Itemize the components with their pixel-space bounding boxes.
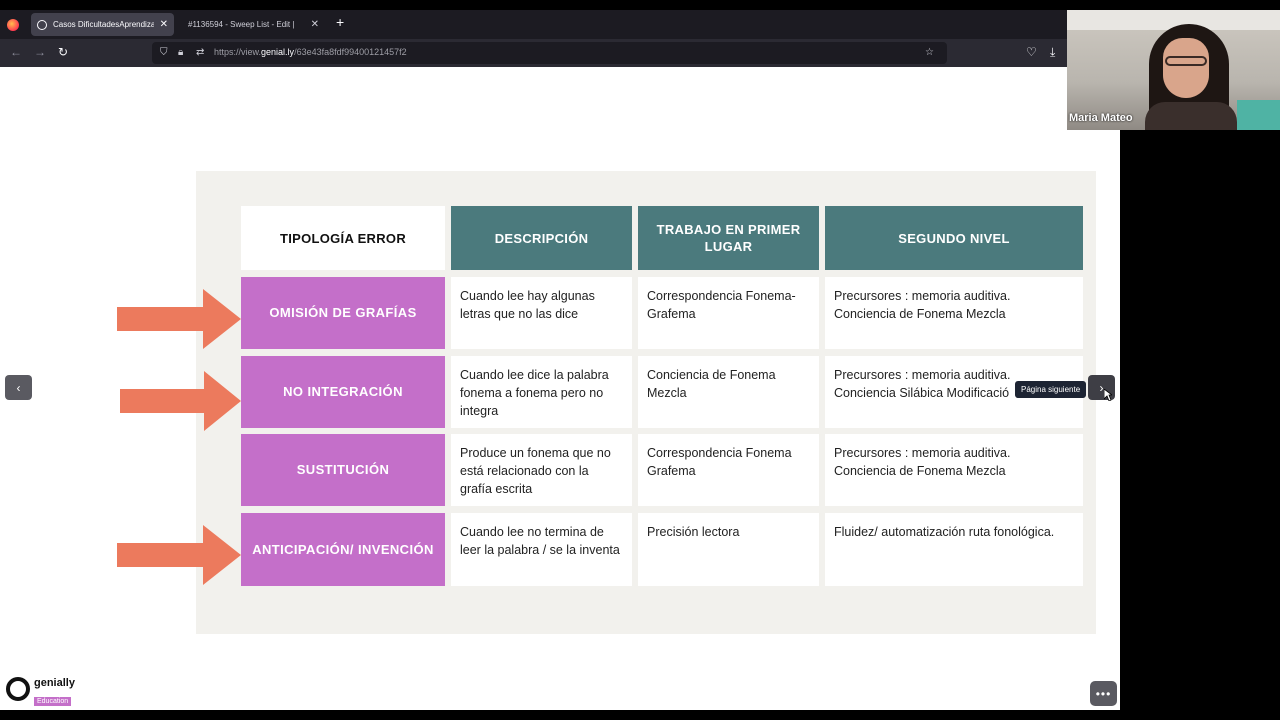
video-background-object [1237, 100, 1280, 130]
first-level-cell: Precisión lectora [638, 513, 819, 586]
url-bar[interactable]: ⛉ 🔒︎ ⇄ https://view.genial.ly/63e43fa8fd… [152, 42, 947, 64]
black-margin [1120, 130, 1280, 720]
arrow-right-icon [117, 289, 241, 349]
previous-page-button[interactable]: ‹ [5, 375, 32, 400]
header-tipologia: TIPOLOGÍA ERROR [241, 206, 445, 270]
first-level-cell: Correspondencia Fonema Grafema [638, 434, 819, 506]
url-text: https://view.genial.ly/63e43fa8fdf994001… [214, 47, 407, 57]
more-options-button[interactable]: ••• [1090, 681, 1117, 706]
genially-logo[interactable]: genially Education [6, 677, 75, 708]
close-tab-icon[interactable]: ✕ [311, 19, 319, 30]
participant-name: Maria Mateo [1069, 112, 1133, 124]
close-tab-icon[interactable]: ✕ [160, 19, 168, 30]
lock-icon[interactable]: 🔒︎ [178, 47, 183, 58]
first-level-cell: Conciencia de Fonema Mezcla [638, 356, 819, 428]
video-thumbnail[interactable]: Maria Mateo [1067, 10, 1280, 130]
brand-name: genially [34, 677, 75, 689]
participant-body [1145, 102, 1237, 130]
permissions-icon[interactable]: ⇄ [196, 47, 204, 58]
arrow-right-icon [117, 525, 241, 585]
tab-genially[interactable]: Casos DificultadesAprendizajeLe ✕ [31, 13, 174, 36]
reload-icon[interactable]: ↻ [58, 45, 68, 59]
header-descripcion: DESCRIPCIÓN [451, 206, 632, 270]
header-primer-lugar: TRABAJO EN PRIMER LUGAR [638, 206, 819, 270]
type-cell: NO INTEGRACIÓN [241, 356, 445, 428]
forward-icon[interactable]: → [34, 45, 46, 59]
firefox-icon[interactable] [7, 19, 19, 31]
header-segundo-nivel: SEGUNDO NIVEL [825, 206, 1083, 270]
browser-nav-bar: ← → ↻ ⛉ 🔒︎ ⇄ https://view.genial.ly/63e4… [0, 39, 1067, 67]
second-level-cell: Precursores : memoria auditiva. Concienc… [825, 434, 1083, 506]
mouse-cursor-icon [1104, 389, 1112, 401]
type-cell: SUSTITUCIÓN [241, 434, 445, 506]
type-cell: ANTICIPACIÓN/ INVENCIÓN [241, 513, 445, 586]
genially-tab-icon [37, 19, 47, 30]
browser-tab-bar: Casos DificultadesAprendizajeLe ✕ #11365… [0, 10, 1067, 39]
back-icon[interactable]: ← [10, 45, 22, 59]
first-level-cell: Correspondencia Fonema-Grafema [638, 277, 819, 349]
tab-label: Casos DificultadesAprendizajeLe [53, 20, 154, 29]
tab-label: #1136594 - Sweep List - Edit | [188, 20, 295, 29]
second-level-cell: Fluidez/ automatización ruta fonológica. [825, 513, 1083, 586]
genially-g-icon [6, 677, 30, 701]
download-icon[interactable]: ⤓ [1050, 45, 1055, 60]
brand-edition: Education [34, 697, 72, 706]
participant-glasses [1165, 56, 1207, 66]
second-level-cell: Precursores : memoria auditiva. Concienc… [825, 277, 1083, 349]
participant-face [1163, 38, 1209, 98]
description-cell: Cuando lee hay algunas letras que no las… [451, 277, 632, 349]
pocket-icon[interactable]: ♡ [1026, 45, 1037, 59]
type-cell: OMISIÓN DE GRAFÍAS [241, 277, 445, 349]
shield-icon[interactable]: ⛉ [160, 47, 168, 58]
description-cell: Cuando lee dice la palabra fonema a fone… [451, 356, 632, 428]
description-cell: Cuando lee no termina de leer la palabra… [451, 513, 632, 586]
next-page-tooltip: Página siguiente [1015, 381, 1087, 398]
tab-sweep-list[interactable]: #1136594 - Sweep List - Edit | ✕ [182, 13, 325, 36]
arrow-right-icon [120, 371, 241, 431]
new-tab-icon[interactable]: + [336, 14, 344, 30]
genially-viewer: TIPOLOGÍA ERROR DESCRIPCIÓN TRABAJO EN P… [0, 67, 1120, 710]
bookmark-star-icon[interactable]: ☆ [925, 47, 934, 58]
description-cell: Produce un fonema que no está relacionad… [451, 434, 632, 506]
